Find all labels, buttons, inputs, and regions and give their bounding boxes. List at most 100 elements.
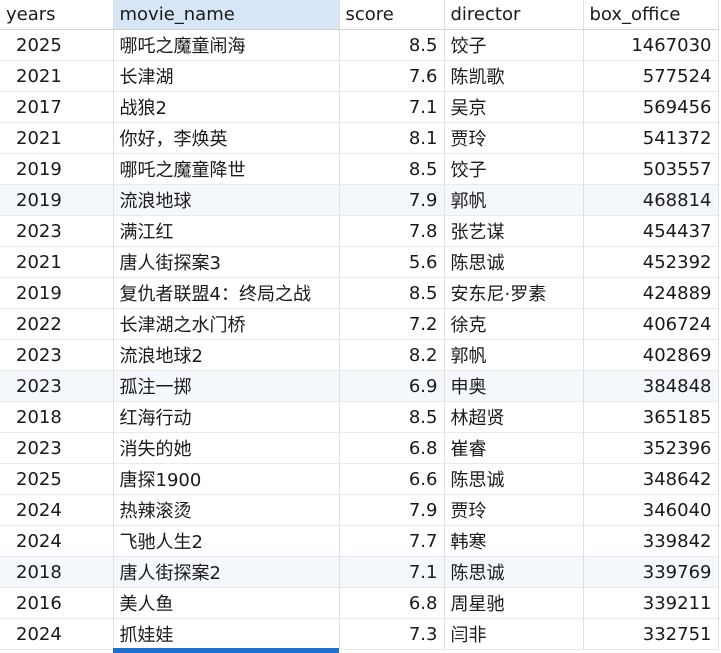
table-row[interactable]: 2018 红海行动 8.5 林超贤 365185 xyxy=(0,401,719,433)
score-cell[interactable]: 8.2 xyxy=(339,339,445,371)
movie-name-cell[interactable]: 战狼2 xyxy=(113,91,340,123)
movie-name-cell[interactable]: 唐人街探案2 xyxy=(113,556,340,588)
director-cell[interactable]: 饺子 xyxy=(444,29,584,61)
table-row[interactable]: 2019 复仇者联盟4：终局之战 8.5 安东尼·罗素 424889 xyxy=(0,277,719,309)
movie-name-cell[interactable]: 长津湖 xyxy=(113,60,340,92)
movie-name-cell[interactable]: 抓娃娃 xyxy=(113,618,340,650)
movie-name-cell[interactable]: 飞驰人生2 xyxy=(113,525,340,557)
years-cell[interactable]: 2023 xyxy=(0,339,114,371)
score-cell[interactable]: 7.2 xyxy=(339,308,445,340)
box-office-cell[interactable]: 339211 xyxy=(583,587,719,619)
director-cell[interactable]: 张艺谋 xyxy=(444,215,584,247)
score-cell[interactable]: 6.6 xyxy=(339,463,445,495)
years-cell[interactable]: 2017 xyxy=(0,91,114,123)
table-row[interactable]: 2024 抓娃娃 7.3 闫非 332751 xyxy=(0,618,719,650)
movie-name-cell[interactable]: 复仇者联盟4：终局之战 xyxy=(113,277,340,309)
score-cell[interactable]: 7.6 xyxy=(339,60,445,92)
director-cell[interactable]: 陈思诚 xyxy=(444,463,584,495)
box-office-cell[interactable]: 346040 xyxy=(583,494,719,526)
box-office-cell[interactable]: 339842 xyxy=(583,525,719,557)
years-cell[interactable]: 2024 xyxy=(0,525,114,557)
score-cell[interactable]: 7.3 xyxy=(339,618,445,650)
table-row[interactable]: 2016 美人鱼 6.8 周星驰 339211 xyxy=(0,587,719,619)
table-row[interactable]: 2023 消失的她 6.8 崔睿 352396 xyxy=(0,432,719,464)
box-office-cell[interactable]: 424889 xyxy=(583,277,719,309)
years-cell[interactable]: 2018 xyxy=(0,401,114,433)
column-header-years[interactable]: years xyxy=(0,0,114,30)
table-row[interactable]: 2023 满江红 7.8 张艺谋 454437 xyxy=(0,215,719,247)
director-cell[interactable]: 周星驰 xyxy=(444,587,584,619)
score-cell[interactable]: 7.8 xyxy=(339,215,445,247)
box-office-cell[interactable]: 1467030 xyxy=(583,29,719,61)
table-row[interactable]: 2023 流浪地球2 8.2 郭帆 402869 xyxy=(0,339,719,371)
movie-name-cell[interactable]: 孤注一掷 xyxy=(113,370,340,402)
box-office-cell[interactable]: 503557 xyxy=(583,153,719,185)
table-row[interactable]: 2021 你好，李焕英 8.1 贾玲 541372 xyxy=(0,122,719,154)
box-office-cell[interactable]: 348642 xyxy=(583,463,719,495)
years-cell[interactable]: 2024 xyxy=(0,618,114,650)
table-row[interactable]: 2019 哪吒之魔童降世 8.5 饺子 503557 xyxy=(0,153,719,185)
box-office-cell[interactable]: 339769 xyxy=(583,556,719,588)
column-header-box-office[interactable]: box_office xyxy=(583,0,719,30)
years-cell[interactable]: 2023 xyxy=(0,370,114,402)
box-office-cell[interactable]: 352396 xyxy=(583,432,719,464)
score-cell[interactable]: 5.6 xyxy=(339,246,445,278)
years-cell[interactable]: 2018 xyxy=(0,556,114,588)
column-header-score[interactable]: score xyxy=(339,0,445,30)
movie-name-cell[interactable]: 唐探1900 xyxy=(113,463,340,495)
table-row[interactable]: 2021 唐人街探案3 5.6 陈思诚 452392 xyxy=(0,246,719,278)
director-cell[interactable]: 陈思诚 xyxy=(444,246,584,278)
box-office-cell[interactable]: 541372 xyxy=(583,122,719,154)
years-cell[interactable]: 2016 xyxy=(0,587,114,619)
director-cell[interactable]: 崔睿 xyxy=(444,432,584,464)
years-cell[interactable]: 2019 xyxy=(0,184,114,216)
column-header-director[interactable]: director xyxy=(444,0,584,30)
score-cell[interactable]: 8.5 xyxy=(339,29,445,61)
column-header-movie-name[interactable]: movie_name xyxy=(113,0,340,30)
years-cell[interactable]: 2022 xyxy=(0,308,114,340)
box-office-cell[interactable]: 332751 xyxy=(583,618,719,650)
score-cell[interactable]: 6.8 xyxy=(339,587,445,619)
movie-name-cell[interactable]: 红海行动 xyxy=(113,401,340,433)
years-cell[interactable]: 2023 xyxy=(0,215,114,247)
movie-name-cell[interactable]: 满江红 xyxy=(113,215,340,247)
box-office-cell[interactable]: 577524 xyxy=(583,60,719,92)
movie-name-cell[interactable]: 哪吒之魔童降世 xyxy=(113,153,340,185)
box-office-cell[interactable]: 569456 xyxy=(583,91,719,123)
director-cell[interactable]: 林超贤 xyxy=(444,401,584,433)
years-cell[interactable]: 2019 xyxy=(0,277,114,309)
director-cell[interactable]: 安东尼·罗素 xyxy=(444,277,584,309)
movie-name-cell[interactable]: 流浪地球2 xyxy=(113,339,340,371)
director-cell[interactable]: 韩寒 xyxy=(444,525,584,557)
table-row[interactable]: 2021 长津湖 7.6 陈凯歌 577524 xyxy=(0,60,719,92)
movie-name-cell[interactable]: 长津湖之水门桥 xyxy=(113,308,340,340)
movie-name-cell[interactable]: 你好，李焕英 xyxy=(113,122,340,154)
score-cell[interactable]: 7.9 xyxy=(339,494,445,526)
director-cell[interactable]: 闫非 xyxy=(444,618,584,650)
score-cell[interactable]: 8.5 xyxy=(339,277,445,309)
box-office-cell[interactable]: 402869 xyxy=(583,339,719,371)
years-cell[interactable]: 2025 xyxy=(0,463,114,495)
score-cell[interactable]: 8.1 xyxy=(339,122,445,154)
years-cell[interactable]: 2021 xyxy=(0,246,114,278)
box-office-cell[interactable]: 406724 xyxy=(583,308,719,340)
box-office-cell[interactable]: 365185 xyxy=(583,401,719,433)
director-cell[interactable]: 郭帆 xyxy=(444,184,584,216)
years-cell[interactable]: 2024 xyxy=(0,494,114,526)
box-office-cell[interactable]: 452392 xyxy=(583,246,719,278)
years-cell[interactable]: 2019 xyxy=(0,153,114,185)
score-cell[interactable]: 7.9 xyxy=(339,184,445,216)
box-office-cell[interactable]: 384848 xyxy=(583,370,719,402)
score-cell[interactable]: 6.9 xyxy=(339,370,445,402)
director-cell[interactable]: 贾玲 xyxy=(444,122,584,154)
movie-name-cell[interactable]: 热辣滚烫 xyxy=(113,494,340,526)
box-office-cell[interactable]: 454437 xyxy=(583,215,719,247)
box-office-cell[interactable]: 468814 xyxy=(583,184,719,216)
movie-name-cell[interactable]: 消失的她 xyxy=(113,432,340,464)
director-cell[interactable]: 陈凯歌 xyxy=(444,60,584,92)
score-cell[interactable]: 8.5 xyxy=(339,153,445,185)
table-row[interactable]: 2017 战狼2 7.1 吴京 569456 xyxy=(0,91,719,123)
score-cell[interactable]: 7.1 xyxy=(339,556,445,588)
table-row[interactable]: 2024 热辣滚烫 7.9 贾玲 346040 xyxy=(0,494,719,526)
director-cell[interactable]: 饺子 xyxy=(444,153,584,185)
